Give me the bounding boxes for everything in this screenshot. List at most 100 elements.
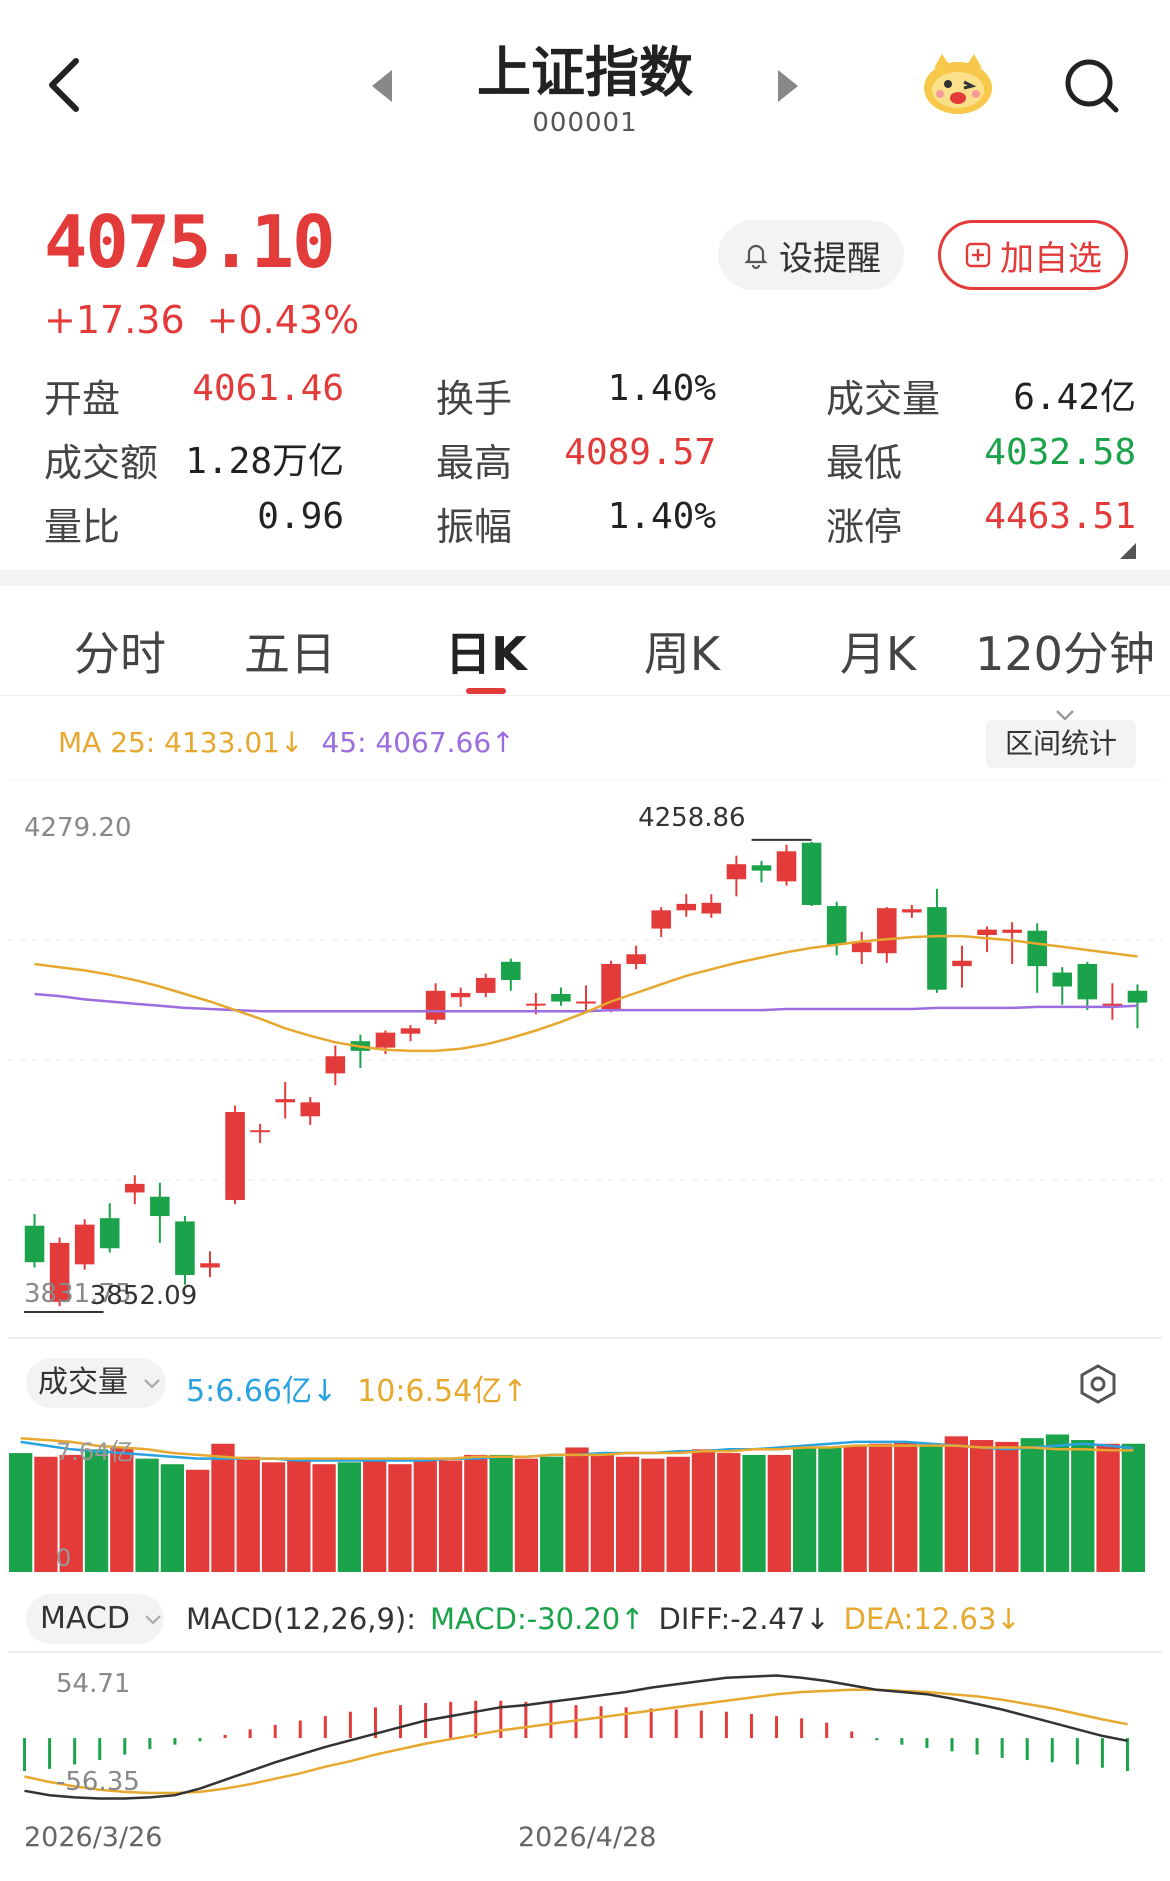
candle-body <box>651 910 671 929</box>
volume-bar <box>261 1462 286 1572</box>
volume-bar <box>868 1443 893 1572</box>
candle-body <box>99 1218 120 1249</box>
candle-body <box>877 908 897 954</box>
search-icon[interactable] <box>1062 56 1122 116</box>
candlestick-chart[interactable]: 4279.20 4258.863831.753852.09 <box>0 780 1170 1340</box>
volume-bar <box>211 1443 235 1572</box>
stat-low: 最低 4032.58 <box>826 432 1136 485</box>
stock-code: 000001 <box>532 108 638 138</box>
volume-chart: 7.64亿 0 <box>9 1434 1145 1572</box>
volume-bar <box>767 1454 791 1572</box>
volume-max-label: 7.64亿 <box>56 1438 133 1466</box>
candle-body <box>851 942 872 953</box>
candle-body <box>826 906 847 945</box>
back-arrow-icon[interactable] <box>40 55 90 115</box>
plus-box-icon <box>965 242 991 268</box>
candle-body <box>501 961 521 981</box>
stats-row: 成交额 1.28万亿 最高 4089.57 最低 4032.58 <box>44 426 1136 490</box>
candle-body <box>1027 930 1047 967</box>
macd-indicator-selector[interactable]: MACD <box>26 1594 164 1644</box>
set-alert-button[interactable]: 设提醒 <box>718 220 904 290</box>
volume-bar <box>691 1449 716 1572</box>
volume-bar <box>1045 1434 1070 1572</box>
header-bar: 上证指数 000001 <box>0 0 1170 160</box>
stat-volume: 成交量 6.42亿 <box>826 377 1136 421</box>
bell-icon <box>744 244 768 270</box>
mascot-icon[interactable] <box>920 48 996 118</box>
volume-bar <box>995 1441 1019 1572</box>
volume-bar <box>236 1456 260 1572</box>
candle-body <box>400 1028 421 1034</box>
add-watchlist-button[interactable]: 加自选 <box>938 220 1128 290</box>
volume-bar <box>514 1458 539 1572</box>
settings-hexagon-icon[interactable] <box>1076 1362 1120 1406</box>
macd-label: MACD <box>40 1601 130 1636</box>
candle-body <box>977 929 997 935</box>
active-tab-indicator <box>466 688 506 694</box>
candle-body <box>551 993 571 1002</box>
y-axis-max-label: 4279.20 <box>24 813 132 843</box>
stats-row: 开盘 4061.46 换手 1.40% 成交量 6.42亿 <box>44 362 1136 426</box>
volume-bar <box>742 1454 766 1572</box>
volume-bar <box>312 1464 336 1572</box>
previous-stock-arrow-icon[interactable] <box>372 70 392 102</box>
volume-bar <box>84 1449 109 1572</box>
volume-bar <box>287 1460 311 1572</box>
tab-intraday[interactable]: 分时 <box>50 618 190 684</box>
stat-amount: 成交额 1.28万亿 <box>44 441 344 485</box>
date-axis: 2026/3/26 2026/4/28 <box>0 1818 1170 1858</box>
volume-bar <box>717 1453 741 1572</box>
ma25-value: MA 25: 4133.01↓ <box>58 726 304 759</box>
macd-chart: 54.71 -56.35 <box>8 1651 1162 1800</box>
volume-bar <box>944 1436 968 1572</box>
tab-weekly-k[interactable]: 周K <box>612 618 752 684</box>
candle-body <box>927 907 947 990</box>
candle-body <box>576 1001 596 1004</box>
expand-corner-icon[interactable] <box>1120 543 1136 559</box>
chevron-down-icon <box>143 1378 160 1389</box>
range-stats-button[interactable]: 区间统计 <box>986 720 1136 768</box>
volume-label: 成交量 <box>38 1365 128 1400</box>
volume-bar <box>464 1454 488 1572</box>
stat-high: 最高 4089.57 <box>436 432 716 485</box>
section-divider <box>0 570 1170 586</box>
volume-bar <box>919 1443 943 1572</box>
candle-body <box>125 1183 145 1193</box>
volume-ma10: 10:6.54亿↑ <box>357 1374 528 1409</box>
macd-value: MACD:-30.20↑ <box>430 1602 645 1636</box>
volume-bar <box>135 1458 159 1572</box>
change-percent: +0.43% <box>206 298 360 342</box>
ma-legend: MA 25: 4133.01↓ 45: 4067.66↑ <box>58 726 515 759</box>
candle-body <box>726 864 747 880</box>
volume-indicator-selector[interactable]: 成交量 <box>26 1358 166 1408</box>
candle-body <box>300 1102 321 1117</box>
macd-values: MACD(12,26,9): MACD:-30.20↑ DIFF:-2.47↓ DEA… <box>186 1602 1035 1636</box>
diff-value: DIFF:-2.47↓ <box>658 1602 830 1636</box>
candle-body <box>275 1099 295 1103</box>
tab-daily-k[interactable]: 日K <box>416 618 556 684</box>
volume-bar <box>792 1447 817 1572</box>
next-stock-arrow-icon[interactable] <box>778 70 798 102</box>
volume-bar <box>590 1453 614 1572</box>
stats-row: 量比 0.96 振幅 1.40% 涨停 4463.51 <box>44 490 1136 554</box>
volume-ma5: 5:6.66亿↓ <box>186 1374 338 1409</box>
candle-body <box>375 1032 396 1048</box>
tab-monthly-k[interactable]: 月K <box>808 618 948 684</box>
volume-bar <box>565 1447 589 1572</box>
tab-five-day[interactable]: 五日 <box>220 618 360 684</box>
period-tabs: 分时 五日 日K 周K 月K 120分钟 <box>0 600 1170 721</box>
candle-body <box>475 977 496 993</box>
candle-body <box>74 1224 95 1265</box>
candle-body <box>751 865 772 871</box>
candle-body <box>325 1056 346 1074</box>
volume-bar <box>438 1460 463 1572</box>
macd-max-label: 54.71 <box>56 1669 130 1699</box>
candle-body <box>952 960 972 967</box>
candle-body <box>801 842 822 905</box>
candle-body <box>250 1130 270 1133</box>
volume-bar <box>160 1464 185 1572</box>
volume-bar <box>540 1456 564 1572</box>
price-change: +17.36 +0.43% <box>44 298 381 342</box>
tab-120min-label: 120分钟 <box>975 627 1155 681</box>
candle-body <box>225 1112 245 1200</box>
